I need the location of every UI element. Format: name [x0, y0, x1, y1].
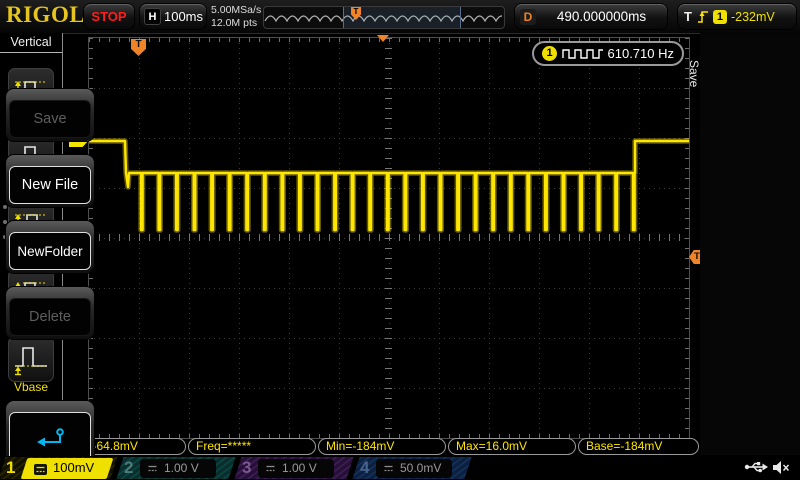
delete-button-label: Delete: [9, 298, 91, 336]
return-arrow-icon: [35, 427, 65, 447]
channel-1-number: 1: [6, 458, 15, 478]
usb-icon: [744, 460, 768, 479]
dc-coupling-icon: [264, 463, 277, 474]
delay-box: D 490.000000ms: [515, 4, 667, 29]
channel-3-number: 3: [242, 458, 251, 478]
sample-rate: 5.00MSa/s: [211, 4, 261, 17]
measure-base: Base=-184mV: [578, 438, 699, 455]
channel-2-scale: 1.00 V: [164, 461, 199, 475]
memory-depth: 12.0M pts: [211, 17, 261, 30]
freq-channel-badge: 1: [542, 46, 557, 61]
trigger-label: T: [684, 9, 692, 24]
graticule: [88, 37, 690, 439]
channel-1-scale: 100mV: [53, 460, 94, 475]
dc-coupling-icon: [382, 463, 395, 474]
vbase-label: Vbase: [0, 380, 62, 392]
channel-status-bar: 1 100mV 2 1.00 V 3: [0, 456, 800, 480]
delete-button[interactable]: Delete: [6, 287, 94, 339]
timebase-value: 100ms: [161, 9, 206, 24]
acquisition-info: 5.00MSa/s 12.0M pts: [211, 4, 261, 29]
waveform-preview-bar: T: [263, 6, 505, 29]
menu-page-dot: [3, 220, 7, 224]
right-soft-menu: [700, 33, 800, 455]
oscilloscope-screen: RIGOL STOP H 100ms 5.00MSa/s 12.0M pts T…: [0, 0, 800, 480]
save-button-label: Save: [9, 100, 91, 138]
top-status-bar: RIGOL STOP H 100ms 5.00MSa/s 12.0M pts T…: [0, 0, 800, 34]
new-folder-button-label: NewFolder: [9, 232, 91, 270]
channel-3-scale: 1.00 V: [282, 461, 317, 475]
horizontal-label: H: [144, 8, 161, 25]
new-file-button[interactable]: New File: [6, 155, 94, 207]
vbase-button[interactable]: [8, 336, 54, 382]
ch1-waveform: [89, 38, 689, 438]
channel-4-scale: 50.0mV: [400, 461, 441, 475]
rising-edge-icon: [696, 9, 709, 24]
square-wave-icon: [562, 47, 603, 60]
channel-4-number: 4: [360, 458, 369, 478]
new-file-button-label: New File: [9, 166, 91, 204]
measure-min: Min=-184mV: [318, 438, 446, 455]
dc-coupling-icon: [34, 462, 47, 480]
measure-freq: Freq=*****: [188, 438, 316, 455]
frequency-counter: 1 610.710 Hz: [532, 41, 684, 66]
measure-max: Max=16.0mV: [448, 438, 576, 455]
delay-label: D: [520, 9, 536, 25]
save-button[interactable]: Save: [6, 89, 94, 141]
trigger-level-value: -232mV: [731, 10, 775, 24]
menu-title: Vertical: [0, 33, 62, 53]
trigger-position-triangle: [377, 35, 389, 42]
trigger-box: T 1 -232mV: [678, 4, 796, 29]
trigger-source-badge: 1: [713, 10, 727, 24]
channel-2-number: 2: [124, 458, 133, 478]
horizontal-timebase-box: H 100ms: [140, 4, 206, 29]
vbase-icon: [11, 341, 51, 377]
menu-page-dot: [3, 205, 7, 209]
run-state-label: STOP: [91, 9, 126, 24]
new-folder-button[interactable]: NewFolder: [6, 221, 94, 273]
delay-value: 490.000000ms: [536, 9, 667, 24]
brand-logo: RIGOL: [6, 2, 85, 28]
freq-value: 610.710 Hz: [608, 46, 675, 61]
run-state-indicator: STOP: [84, 4, 134, 29]
menu-tab-save: Save: [687, 60, 701, 87]
speaker-muted-icon: [772, 460, 790, 480]
dc-coupling-icon: [146, 463, 159, 474]
